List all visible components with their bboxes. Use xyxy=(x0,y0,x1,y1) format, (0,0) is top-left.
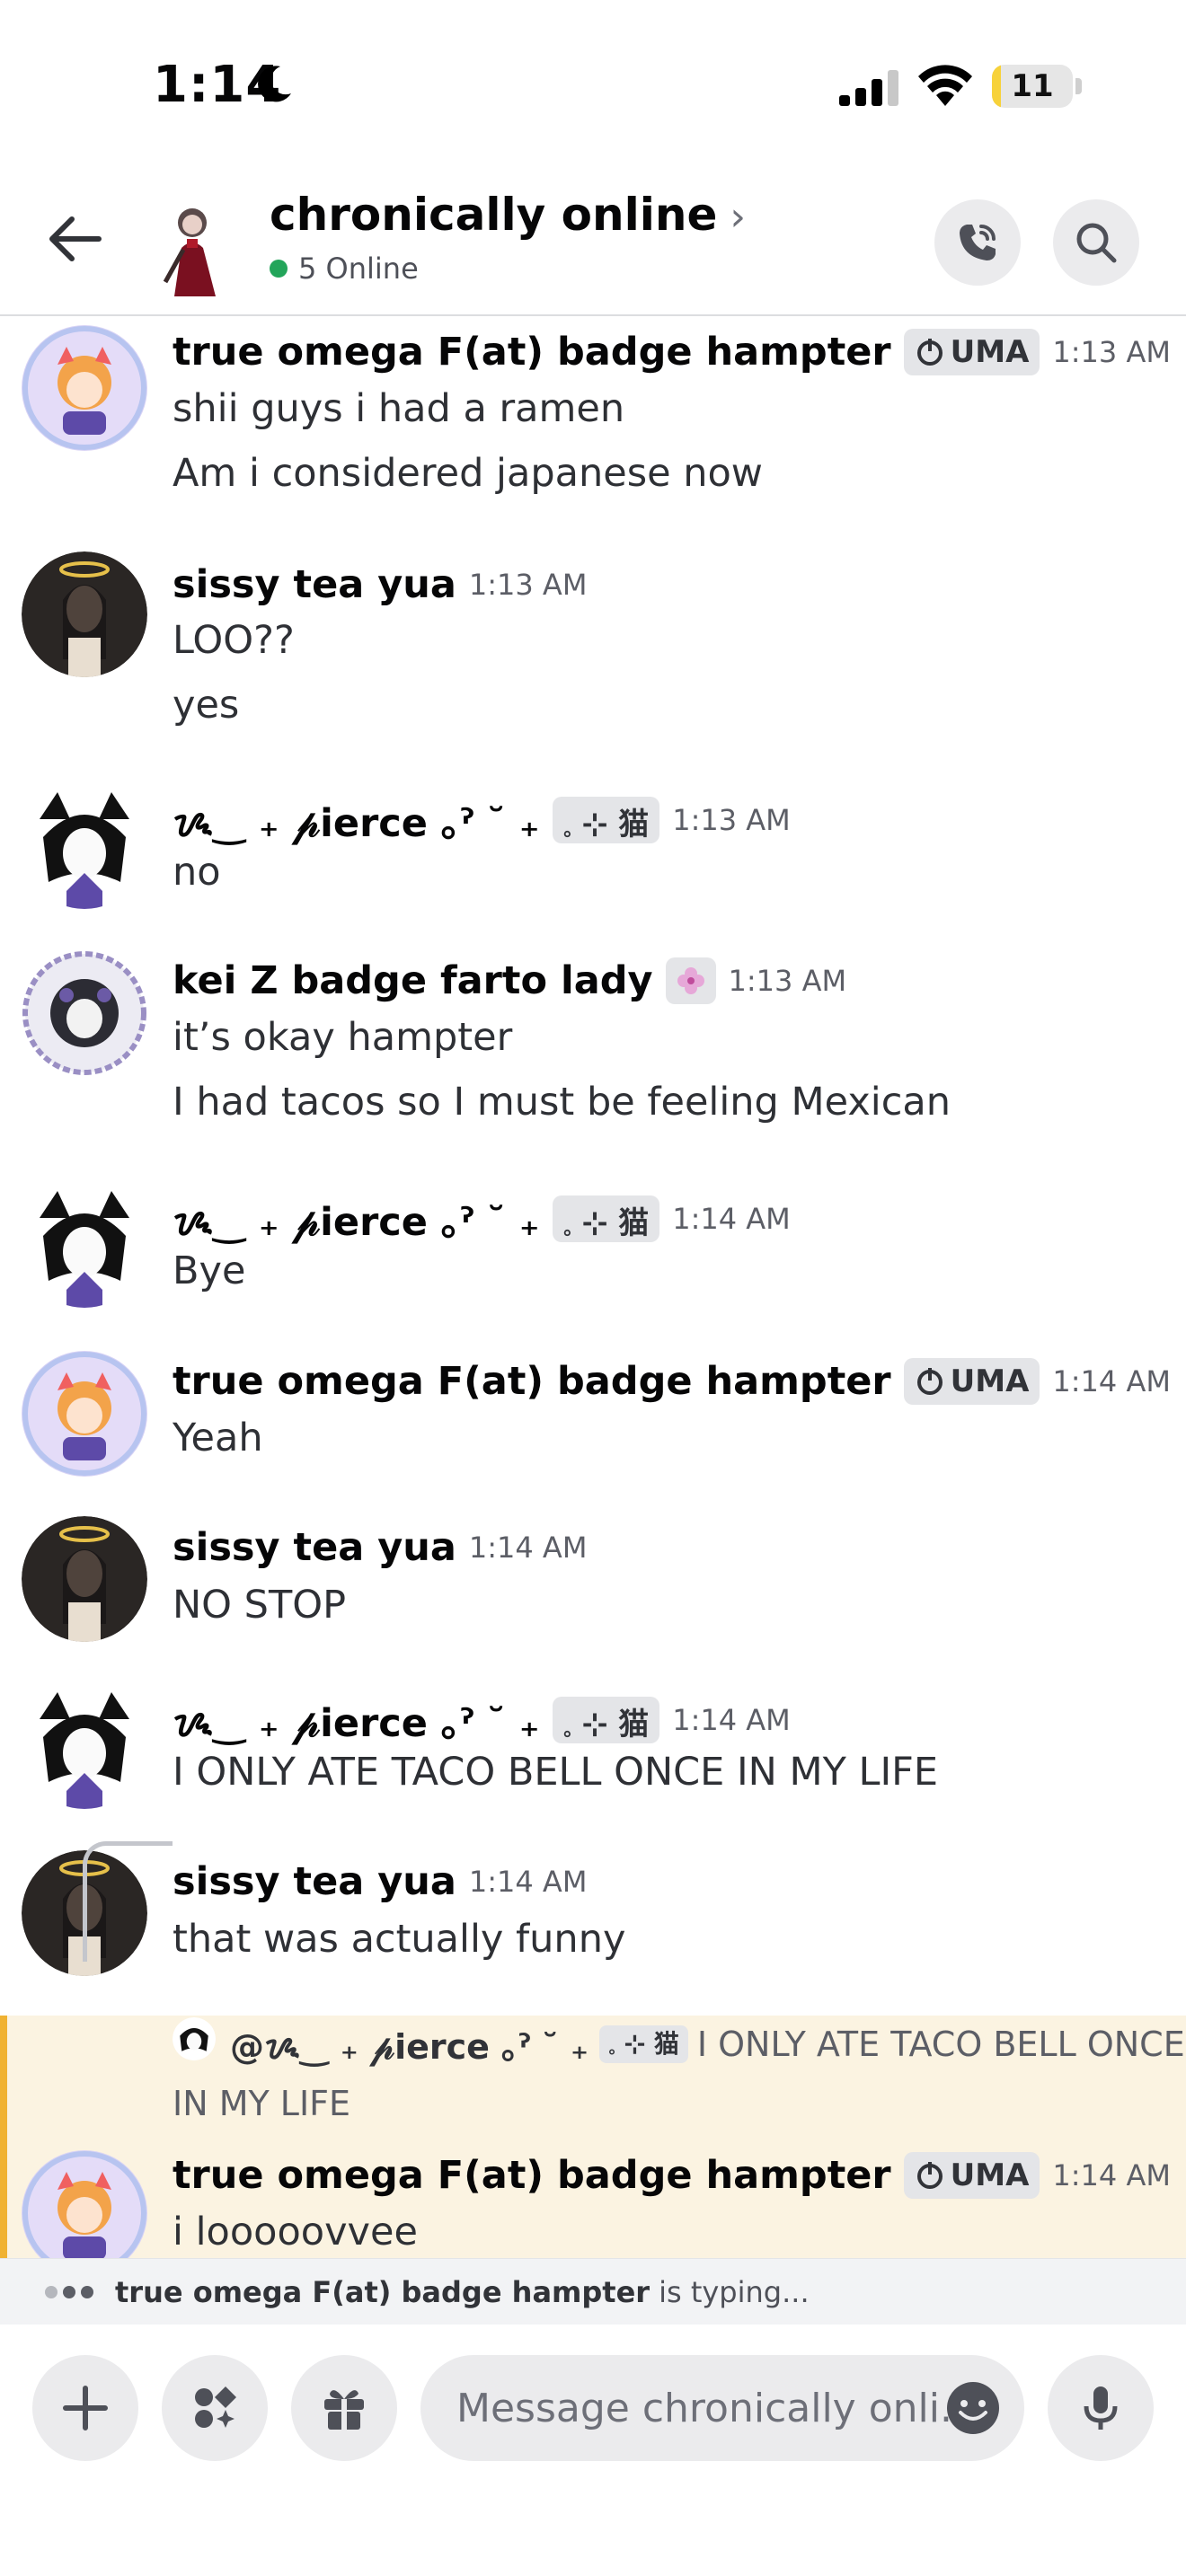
search-button[interactable] xyxy=(1053,199,1139,286)
channel-name: chronically online xyxy=(270,189,718,241)
role-tag: UMA xyxy=(903,1358,1040,1405)
timestamp: 1:14 AM xyxy=(1052,1364,1171,1398)
typing-suffix: is typing... xyxy=(659,2274,810,2309)
message-text: yes xyxy=(173,683,240,728)
timestamp: 1:13 AM xyxy=(1052,335,1171,369)
role-tag: UMA xyxy=(903,329,1040,375)
timestamp: 1:14 AM xyxy=(672,1703,791,1737)
reply-connector xyxy=(83,1841,173,1962)
voice-call-button[interactable] xyxy=(934,199,1021,286)
online-dot xyxy=(270,260,288,278)
apps-button[interactable] xyxy=(162,2355,268,2461)
arrow-left-icon[interactable] xyxy=(40,203,111,275)
role-tag: 𓈒 ⊹ 猫 xyxy=(552,1697,660,1743)
avatar[interactable] xyxy=(22,783,147,909)
author-name[interactable]: true omega F(at) badge hampter xyxy=(173,2153,891,2198)
typing-indicator: true omega F(at) badge hampter is typing… xyxy=(0,2258,1186,2325)
avatar[interactable] xyxy=(22,551,147,677)
voice-message-button[interactable] xyxy=(1048,2355,1154,2461)
channel-avatar[interactable] xyxy=(147,196,234,296)
author-name[interactable]: true omega F(at) badge hampter xyxy=(173,330,891,375)
timestamp: 1:14 AM xyxy=(468,1865,588,1899)
timestamp: 1:13 AM xyxy=(672,803,791,837)
role-tag: 𓈒 ⊹ 猫 xyxy=(552,797,660,843)
reply-role-tag: 𓈒 ⊹ 猫 xyxy=(599,2025,688,2063)
cellular-signal-icon xyxy=(839,70,898,106)
role-tag: 𓈒 ⊹ 猫 xyxy=(552,1195,660,1242)
microphone-icon xyxy=(1084,2386,1118,2430)
search-icon xyxy=(1076,223,1117,263)
chat-screen: 1:14 11 chronically online › 5 Online tr… xyxy=(0,0,1186,2576)
message-text: Yeah xyxy=(173,1416,263,1460)
message-text: I had tacos so I must be feeling Mexican xyxy=(173,1080,951,1125)
channel-title[interactable]: chronically online › xyxy=(270,189,746,241)
gift-button[interactable] xyxy=(291,2355,397,2461)
reply-avatar[interactable] xyxy=(173,2017,216,2060)
message-text: Bye xyxy=(173,1248,246,1293)
timestamp: 1:13 AM xyxy=(468,568,588,602)
channel-header: chronically online › 5 Online xyxy=(0,171,1186,316)
chevron-right-icon: › xyxy=(730,194,746,240)
online-count: 5 Online xyxy=(298,251,419,286)
online-status: 5 Online xyxy=(270,251,419,286)
message-text: I ONLY ATE TACO BELL ONCE IN MY LIFE xyxy=(173,1750,939,1795)
author-name[interactable]: ᝰ‿ ₊ 𝓅ierce ｡ˀ ˘ ₊ xyxy=(173,1692,540,1748)
timestamp: 1:13 AM xyxy=(728,964,847,998)
author-name[interactable]: kei Z badge farto lady xyxy=(173,958,653,1003)
power-icon xyxy=(916,1368,943,1395)
author-name[interactable]: ᝰ‿ ₊ 𝓅ierce ｡ˀ ˘ ₊ xyxy=(173,792,540,848)
timestamp: 1:14 AM xyxy=(1052,2158,1171,2192)
role-tag: UMA xyxy=(903,2152,1040,2199)
typing-user: true omega F(at) badge hampter xyxy=(115,2274,651,2309)
typing-dots-icon xyxy=(45,2285,99,2298)
author-name[interactable]: sissy tea yua xyxy=(173,1859,456,1904)
status-bar: 1:14 11 xyxy=(0,0,1186,171)
reply-mention[interactable]: @ᝰ‿ ₊ 𝓅ierce ｡ˀ ˘ ₊ xyxy=(230,2019,589,2069)
apps-icon xyxy=(195,2386,236,2428)
flower-icon xyxy=(677,967,704,994)
power-icon xyxy=(916,339,943,366)
timestamp: 1:14 AM xyxy=(468,1531,588,1565)
author-name[interactable]: sissy tea yua xyxy=(173,562,456,607)
phone-call-icon xyxy=(960,225,996,260)
message-input[interactable] xyxy=(456,2385,960,2431)
avatar[interactable] xyxy=(22,1516,147,1642)
message-text: LOO?? xyxy=(173,618,295,663)
message-text: shii guys i had a ramen xyxy=(173,386,625,431)
message-text: i looooovvee xyxy=(173,2210,418,2254)
avatar[interactable] xyxy=(22,325,147,451)
reply-text: I ONLY ATE TACO BELL ONCE xyxy=(696,2025,1185,2064)
reply-text-continued: IN MY LIFE xyxy=(173,2084,351,2123)
battery-indicator: 11 xyxy=(992,65,1082,108)
wifi-icon xyxy=(918,65,972,106)
reply-preview[interactable]: @ᝰ‿ ₊ 𝓅ierce ｡ˀ ˘ ₊ 𓈒 ⊹ 猫 I ONLY ATE TAC… xyxy=(230,2019,1185,2069)
plus-icon xyxy=(63,2386,108,2430)
message-text: no xyxy=(173,850,221,895)
timestamp: 1:14 AM xyxy=(672,1202,791,1236)
avatar[interactable] xyxy=(22,1683,147,1809)
power-icon xyxy=(916,2162,943,2189)
message-list[interactable]: true omega F(at) badge hampter UMA 1:13 … xyxy=(0,318,1186,2258)
flower-badge xyxy=(665,957,716,1004)
author-name[interactable]: ᝰ‿ ₊ 𝓅ierce ｡ˀ ˘ ₊ xyxy=(173,1191,540,1247)
add-attachment-button[interactable] xyxy=(32,2355,138,2461)
avatar[interactable] xyxy=(22,1182,147,1308)
message-text: Am i considered japanese now xyxy=(173,451,763,496)
author-name[interactable]: sissy tea yua xyxy=(173,1525,456,1570)
battery-percent: 11 xyxy=(1011,68,1054,104)
avatar[interactable] xyxy=(22,950,147,1076)
message-text: NO STOP xyxy=(173,1583,347,1628)
moon-icon xyxy=(258,66,291,102)
message-text: that was actually funny xyxy=(173,1917,626,1962)
message-composer xyxy=(0,2325,1186,2576)
emoji-icon[interactable] xyxy=(945,2380,1001,2436)
author-name[interactable]: true omega F(at) badge hampter xyxy=(173,1359,891,1404)
message-text: it’s okay hampter xyxy=(173,1015,513,1060)
message-input-container[interactable] xyxy=(420,2355,1024,2461)
gift-icon xyxy=(324,2390,364,2430)
avatar[interactable] xyxy=(22,1351,147,1477)
